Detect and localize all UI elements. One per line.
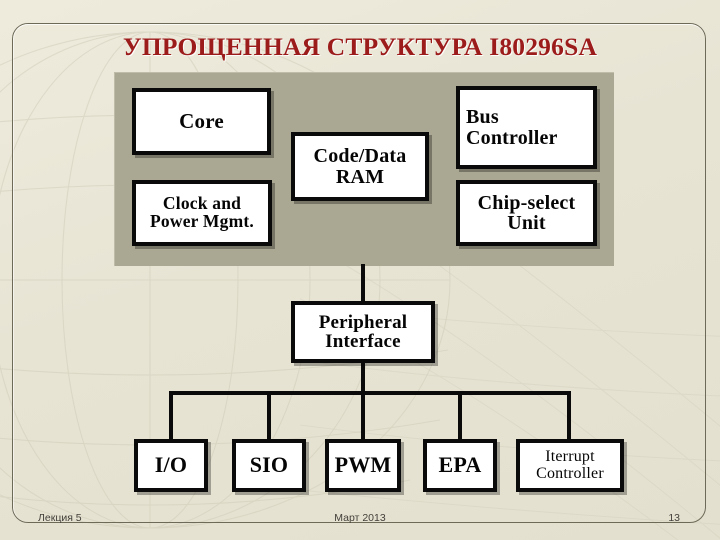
block-clock-power-label: Clock and Power Mgmt. [150,193,254,231]
block-epa-label: EPA [438,452,482,478]
block-sio-label: SIO [249,452,289,478]
page-title: УПРОЩЕННАЯ СТРУКТУРА I80296SA [122,32,598,61]
connector-drop-pwm [361,391,365,441]
block-chip-select-unit[interactable]: Chip-select Unit [456,180,597,246]
footer-page-number: 13 [668,512,680,524]
connector-panel-to-peripheral [361,264,365,304]
block-code-data-ram-label: Code/Data RAM [313,145,407,188]
block-sio[interactable]: SIO [232,439,306,492]
block-chip-select-unit-label: Chip-select Unit [477,191,576,234]
block-pwm[interactable]: PWM [325,439,401,492]
block-core[interactable]: Core [132,88,271,155]
block-io[interactable]: I/O [134,439,208,492]
block-pwm-label: PWM [334,452,392,478]
block-peripheral-interface[interactable]: Peripheral Interface [291,301,435,363]
block-core-label: Core [179,108,224,133]
block-interrupt-controller-label: Iterrupt Controller [536,448,604,482]
block-interrupt-controller[interactable]: Iterrupt Controller [516,439,624,492]
connector-drop-epa [458,391,462,441]
block-peripheral-interface-label: Peripheral Interface [318,311,408,352]
slide: УПРОЩЕННАЯ СТРУКТУРА I80296SA Core Clock… [0,0,720,540]
connector-drop-io [169,391,173,441]
connector-drop-sio [267,391,271,441]
block-epa[interactable]: EPA [423,439,497,492]
connector-horizontal-bus [169,391,571,395]
block-clock-power[interactable]: Clock and Power Mgmt. [132,180,272,246]
block-code-data-ram[interactable]: Code/Data RAM [291,132,429,201]
block-bus-controller[interactable]: Bus Controller [456,86,597,169]
connector-drop-interrupt-controller [567,391,571,441]
block-bus-controller-label: Bus Controller [466,106,558,149]
block-io-label: I/O [154,452,188,478]
